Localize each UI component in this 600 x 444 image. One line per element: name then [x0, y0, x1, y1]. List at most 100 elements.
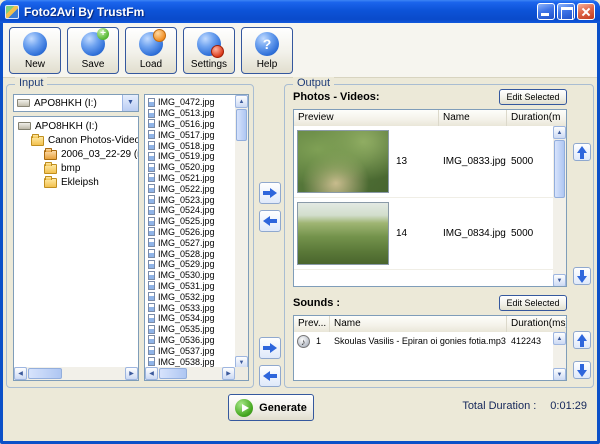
scroll-right-button[interactable]: [125, 367, 138, 380]
file-list-item[interactable]: IMG_0538.jpg: [146, 356, 235, 367]
file-name: IMG_0533.jpg: [158, 303, 215, 313]
file-list-item[interactable]: IMG_0519.jpg: [146, 151, 235, 162]
file-list-item[interactable]: IMG_0526.jpg: [146, 227, 235, 238]
tree-item[interactable]: bmp: [14, 161, 138, 175]
file-name: IMG_0531.jpg: [158, 281, 215, 291]
file-list-item[interactable]: IMG_0533.jpg: [146, 302, 235, 313]
scroll-up-button[interactable]: [553, 332, 566, 345]
photos-table: PreviewNameDuration(m 13IMG_0833.jpg5000…: [293, 109, 567, 287]
maximize-button[interactable]: [557, 3, 575, 20]
photo-row[interactable]: 13IMG_0833.jpg5000: [294, 126, 553, 198]
total-duration-value: 0:01:29: [550, 400, 587, 412]
file-list-item[interactable]: IMG_0528.jpg: [146, 248, 235, 259]
file-list-item[interactable]: IMG_0524.jpg: [146, 205, 235, 216]
photos-table-body: 13IMG_0833.jpg500014IMG_0834.jpg5000: [294, 126, 553, 286]
file-list-item[interactable]: IMG_0522.jpg: [146, 183, 235, 194]
arrow-right-icon: [263, 188, 277, 198]
file-list-item[interactable]: IMG_0521.jpg: [146, 173, 235, 184]
scrollbar-thumb[interactable]: [236, 109, 247, 141]
add-sound-button[interactable]: [259, 337, 281, 359]
input-group-label: Input: [15, 77, 47, 89]
jpg-file-icon: [148, 314, 155, 323]
file-list-item[interactable]: IMG_0529.jpg: [146, 259, 235, 270]
toolbar-button-new[interactable]: New: [9, 27, 61, 74]
file-list-item[interactable]: IMG_0523.jpg: [146, 194, 235, 205]
file-list-item[interactable]: IMG_0536.jpg: [146, 335, 235, 346]
jpg-file-icon: [148, 119, 155, 128]
edit-selected-sounds-button[interactable]: Edit Selected: [499, 295, 567, 311]
file-name: IMG_0526.jpg: [158, 227, 215, 237]
sound-row[interactable]: 1Skoulas Vasilis - Epiran oi gonies foti…: [294, 332, 553, 352]
file-list-item[interactable]: IMG_0537.jpg: [146, 345, 235, 356]
sound-duration: 412243: [511, 336, 541, 346]
drive-combobox[interactable]: APO8HKH (I:): [13, 94, 139, 112]
file-list-horizontal-scrollbar[interactable]: [145, 367, 235, 380]
toolbar-button-label: Load: [140, 59, 162, 70]
file-list-item[interactable]: IMG_0530.jpg: [146, 270, 235, 281]
scroll-right-button[interactable]: [222, 367, 235, 380]
tree-item[interactable]: Ekleipsh: [14, 175, 138, 189]
sounds-column-header[interactable]: Name: [330, 316, 507, 332]
move-photo-up-button[interactable]: [573, 143, 591, 161]
arrow-right-icon: [263, 343, 277, 353]
file-list-item[interactable]: IMG_0534.jpg: [146, 313, 235, 324]
photo-row[interactable]: 14IMG_0834.jpg5000: [294, 198, 553, 270]
scroll-up-button[interactable]: [553, 126, 566, 139]
scroll-left-button[interactable]: [14, 367, 27, 380]
move-sound-down-button[interactable]: [573, 361, 591, 379]
sounds-vertical-scrollbar[interactable]: [553, 332, 566, 381]
minimize-button[interactable]: [537, 3, 555, 20]
scrollbar-thumb[interactable]: [554, 140, 565, 198]
file-list-item[interactable]: IMG_0517.jpg: [146, 129, 235, 140]
remove-sound-button[interactable]: [259, 365, 281, 387]
photos-section-title: Photos - Videos:: [293, 91, 380, 103]
file-list-item[interactable]: IMG_0525.jpg: [146, 216, 235, 227]
file-list-item[interactable]: IMG_0513.jpg: [146, 108, 235, 119]
file-list-item[interactable]: IMG_0531.jpg: [146, 281, 235, 292]
file-list-item[interactable]: IMG_0472.jpg: [146, 97, 235, 108]
jpg-file-icon: [148, 109, 155, 118]
scroll-down-button[interactable]: [553, 368, 566, 381]
file-list-item[interactable]: IMG_0520.jpg: [146, 162, 235, 173]
file-list-vertical-scrollbar[interactable]: [235, 95, 248, 369]
arrow-left-icon: [263, 371, 277, 381]
photos-vertical-scrollbar[interactable]: [553, 126, 566, 287]
move-sound-up-button[interactable]: [573, 331, 591, 349]
tree-item[interactable]: 2006_03_22-29 (rethymno): [14, 147, 138, 161]
photos-column-header[interactable]: Duration(m: [507, 110, 567, 126]
scrollbar-thumb[interactable]: [159, 368, 187, 379]
scroll-left-button[interactable]: [145, 367, 158, 380]
generate-button[interactable]: Generate: [228, 394, 314, 421]
toolbar-button-label: Settings: [191, 59, 227, 70]
edit-selected-photos-button[interactable]: Edit Selected: [499, 89, 567, 105]
combobox-dropdown-button[interactable]: [122, 95, 138, 111]
toolbar-button-help[interactable]: ?Help: [241, 27, 293, 74]
file-list-item[interactable]: IMG_0527.jpg: [146, 237, 235, 248]
file-list-item[interactable]: IMG_0518.jpg: [146, 140, 235, 151]
photos-column-header[interactable]: Preview: [294, 110, 439, 126]
window-title: Foto2Avi By TrustFm: [24, 5, 144, 19]
toolbar-button-settings[interactable]: Settings: [183, 27, 235, 74]
toolbar-button-load[interactable]: Load: [125, 27, 177, 74]
close-button[interactable]: [577, 3, 595, 20]
photos-column-header[interactable]: Name: [439, 110, 507, 126]
tree-item[interactable]: APO8HKH (I:): [14, 119, 138, 133]
app-window: Foto2Avi By TrustFm NewSave Load Settings?…: [0, 0, 600, 444]
file-list-item[interactable]: IMG_0532.jpg: [146, 291, 235, 302]
file-list-item[interactable]: IMG_0535.jpg: [146, 324, 235, 335]
tree-horizontal-scrollbar[interactable]: [14, 367, 138, 380]
scroll-down-button[interactable]: [553, 274, 566, 287]
tree-item[interactable]: Canon Photos-Videos: [14, 133, 138, 147]
generate-button-label: Generate: [259, 402, 307, 414]
titlebar[interactable]: Foto2Avi By TrustFm: [0, 0, 600, 23]
toolbar-button-save[interactable]: Save: [67, 27, 119, 74]
sounds-column-header[interactable]: Prev...: [294, 316, 330, 332]
add-photo-button[interactable]: [259, 182, 281, 204]
scrollbar-thumb[interactable]: [28, 368, 62, 379]
scroll-up-button[interactable]: [235, 95, 248, 108]
remove-photo-button[interactable]: [259, 210, 281, 232]
move-photo-down-button[interactable]: [573, 267, 591, 285]
sounds-column-header[interactable]: Duration(ms): [507, 316, 567, 332]
app-icon: [5, 5, 19, 19]
file-list-item[interactable]: IMG_0516.jpg: [146, 119, 235, 130]
